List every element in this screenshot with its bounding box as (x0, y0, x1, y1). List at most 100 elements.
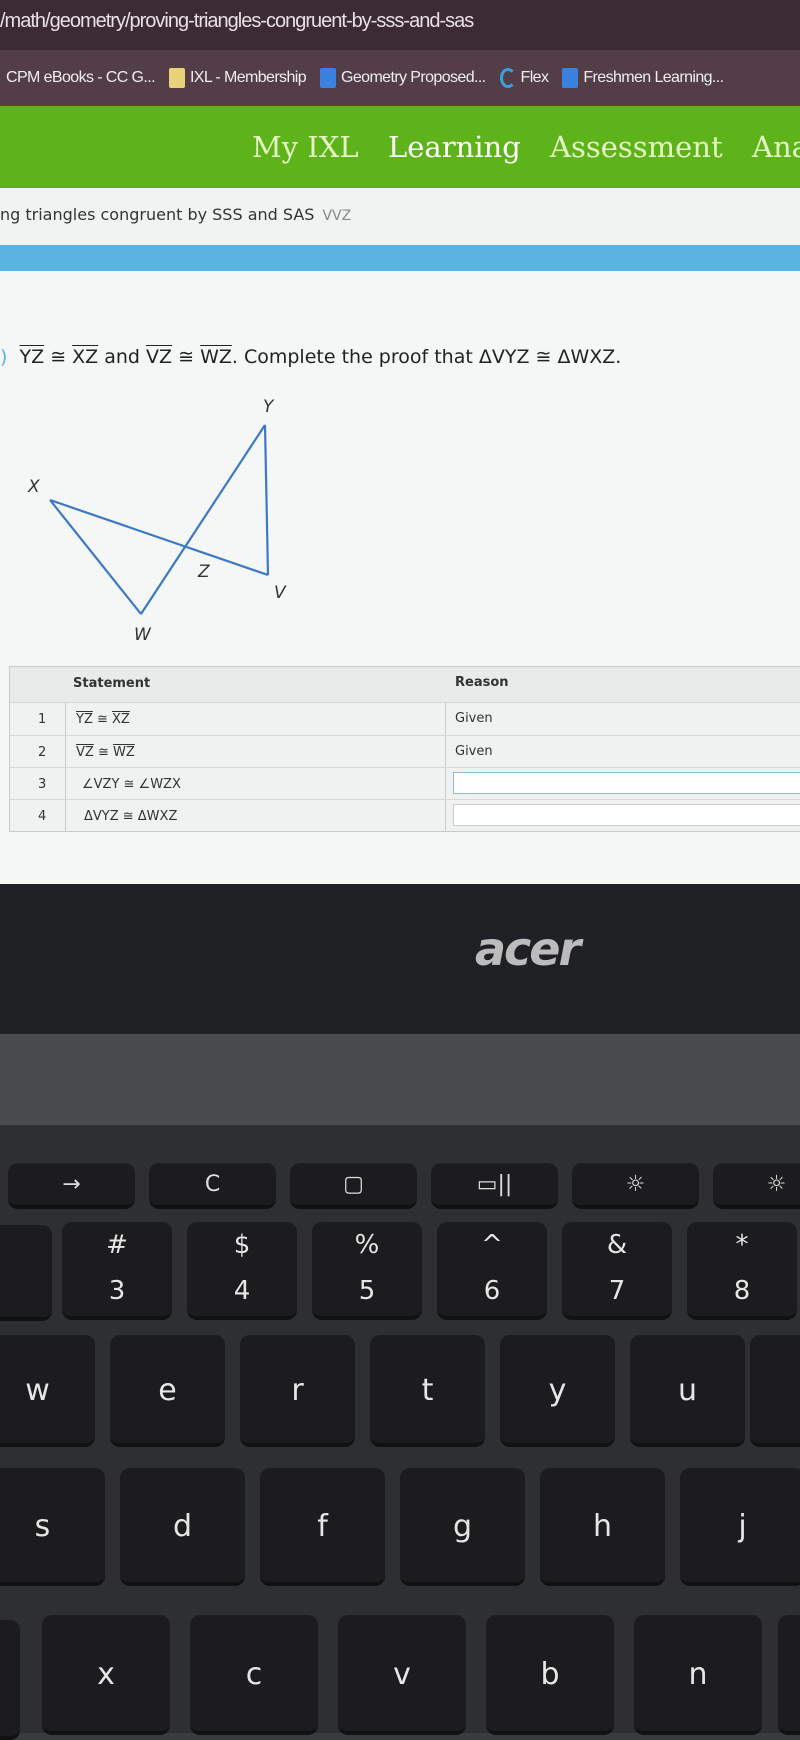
reason-input-3[interactable] (453, 772, 800, 794)
segment: XZ (72, 346, 99, 368)
question-text: ) YZ ≅ XZ and VZ ≅ WZ. Complete the proo… (0, 346, 622, 368)
table-header: Statement Reason (10, 667, 800, 702)
function-key-label: → (62, 1172, 81, 1197)
table-row: 3 ∠VZY ≅ ∠WZX (10, 767, 800, 800)
row-number: 1 (38, 712, 47, 727)
row-number: 4 (38, 809, 47, 824)
proof-table: Statement Reason 1 YZ ≅ XZ Given 2 VZ ≅ … (9, 666, 800, 832)
reason: Given (455, 711, 493, 726)
label-w: W (134, 625, 152, 645)
breadcrumb: ng triangles congruent by SSS and SAS VVZ (0, 188, 800, 245)
bookmark-cpm[interactable]: CPM eBooks - CC G... (6, 69, 156, 87)
bookmark-label: Geometry Proposed... (341, 69, 486, 86)
tab-my-ixl[interactable]: My IXL (252, 130, 359, 164)
key-x[interactable]: x (42, 1615, 170, 1735)
key-m[interactable] (778, 1615, 800, 1735)
reason: Given (455, 744, 493, 759)
key-b[interactable]: b (486, 1615, 614, 1735)
progress-bar (0, 245, 800, 271)
key-v[interactable]: v (338, 1615, 466, 1735)
segment-wy (140, 424, 266, 615)
bookmark-label: Flex (520, 69, 549, 86)
key-c[interactable]: c (190, 1615, 318, 1735)
table-row: 1 YZ ≅ XZ Given (10, 702, 800, 735)
key-8[interactable]: * 8 (687, 1222, 797, 1320)
key-5[interactable]: % 5 (312, 1222, 422, 1320)
segment: WZ (112, 745, 135, 760)
label-v: V (274, 583, 287, 603)
key-6[interactable]: ^ 6 (437, 1222, 547, 1320)
key-r[interactable]: r (240, 1335, 355, 1447)
table-row: 4 ΔVYZ ≅ ΔWXZ (10, 799, 800, 832)
tab-assessment[interactable]: Assessment (550, 130, 723, 164)
key-d[interactable]: d (120, 1468, 245, 1586)
key-f[interactable]: f (260, 1468, 385, 1586)
bookmark-label: CPM eBooks - CC G... (6, 69, 156, 86)
key-4[interactable]: $4 (187, 1222, 297, 1320)
bookmark-label: IXL - Membership (189, 69, 307, 86)
table-row: 2 VZ ≅ WZ Given (10, 735, 800, 768)
tab-learning[interactable]: Learning (388, 130, 521, 164)
key-7[interactable]: & 7 (562, 1222, 672, 1320)
docs-icon (562, 68, 579, 88)
flex-icon (499, 68, 516, 88)
skill-name: ng triangles congruent by SSS and SAS (0, 205, 315, 224)
bookmark-flex[interactable]: Flex (499, 68, 549, 88)
key-h[interactable]: h (540, 1468, 665, 1586)
bookmark-label: Freshmen Learning... (583, 69, 724, 86)
key-shift[interactable] (0, 1620, 20, 1740)
key-3[interactable]: #3 (62, 1222, 172, 1320)
key-n[interactable]: n (634, 1615, 762, 1735)
segment: YZ (19, 346, 45, 368)
key-t[interactable]: t (370, 1335, 485, 1447)
conjunction: and (104, 346, 140, 368)
bookmarks-bar: CPM eBooks - CC G... IXL - Membership Ge… (0, 50, 800, 106)
header-statement: Statement (73, 676, 151, 691)
key-e[interactable]: e (110, 1335, 225, 1447)
bookmark-ixl[interactable]: IXL - Membership (168, 68, 307, 88)
acer-logo: acer (475, 922, 581, 976)
key-g[interactable]: g (400, 1468, 525, 1586)
segment: WZ (200, 346, 232, 368)
segment: VZ (146, 346, 173, 368)
laptop-bezel (0, 884, 800, 1034)
key-u[interactable]: u (630, 1335, 745, 1447)
statement: ∠VZY ≅ ∠WZX (82, 777, 181, 792)
segment-yv (263, 424, 270, 576)
congruent-symbol: ≅ (178, 346, 195, 368)
function-key-label: ☼ (625, 1172, 646, 1197)
function-key-label: ▢ (343, 1172, 364, 1197)
label-y: Y (263, 397, 275, 417)
key-j[interactable]: j (680, 1468, 800, 1586)
congruent-symbol: ≅ (50, 346, 67, 368)
row-number: 2 (38, 745, 47, 760)
function-key-label: C (204, 1172, 221, 1197)
segment: YZ (76, 712, 93, 727)
bookmark-geometry[interactable]: Geometry Proposed... (320, 68, 486, 88)
key-s[interactable]: s (0, 1468, 105, 1586)
tab-analytics[interactable]: Ana (752, 130, 800, 164)
key-2[interactable] (0, 1225, 52, 1321)
statement: ΔVYZ ≅ ΔWXZ (84, 809, 178, 824)
address-bar[interactable]: /math/geometry/proving-triangles-congrue… (0, 0, 800, 50)
key-i[interactable] (750, 1335, 800, 1447)
question-rest: . Complete the proof that ΔVYZ ≅ ΔWXZ. (231, 346, 622, 368)
key-y[interactable]: y (500, 1335, 615, 1447)
triangle-diagram: X Y Z V W (27, 397, 287, 645)
function-key-label: ▭|| (476, 1172, 513, 1197)
reason-input-4[interactable] (453, 804, 800, 826)
docs-icon (320, 68, 337, 88)
segment: XZ (112, 712, 130, 727)
ixl-nav: My IXL Learning Assessment Ana (0, 106, 800, 198)
row-number: 3 (38, 777, 47, 792)
label-x: X (27, 477, 40, 497)
segment-xv (49, 498, 269, 577)
segment-xw (49, 499, 142, 615)
bookmark-freshmen[interactable]: Freshmen Learning... (562, 68, 724, 88)
key-w[interactable]: w (0, 1335, 95, 1447)
function-key-label: ☼ (766, 1172, 787, 1197)
ixl-icon (168, 68, 185, 88)
segment: VZ (76, 745, 94, 760)
label-z: Z (197, 562, 210, 582)
skill-code: VVZ (322, 208, 352, 224)
